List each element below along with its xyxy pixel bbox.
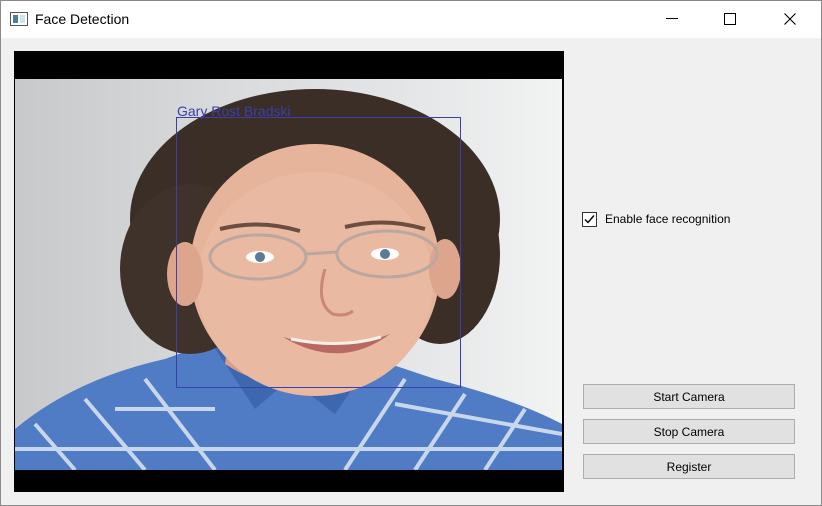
face-detection-box [176,117,461,388]
detected-face-name: Gary Rost Bradski [177,103,291,119]
face-recognition-label: Enable face recognition [605,212,731,226]
register-button[interactable]: Register [583,454,795,479]
window-title: Face Detection [35,11,130,27]
camera-frame: Gary Rost Bradski [15,79,562,470]
stop-camera-button[interactable]: Stop Camera [583,419,795,444]
close-icon [784,13,796,25]
face-recognition-toggle[interactable]: Enable face recognition [582,210,730,228]
close-button[interactable] [761,1,819,37]
face-recognition-checkbox[interactable] [582,211,597,227]
minimize-button[interactable] [643,1,701,37]
minimize-icon [666,18,678,19]
maximize-icon [724,13,736,25]
app-icon [10,12,28,26]
camera-view: Gary Rost Bradski [14,51,564,492]
title-bar[interactable]: Face Detection [1,1,821,38]
app-window: Face Detection Gary Rost Bradski Enable … [0,0,822,506]
maximize-button[interactable] [701,1,759,37]
start-camera-button[interactable]: Start Camera [583,384,795,409]
checkmark-icon [584,214,595,224]
